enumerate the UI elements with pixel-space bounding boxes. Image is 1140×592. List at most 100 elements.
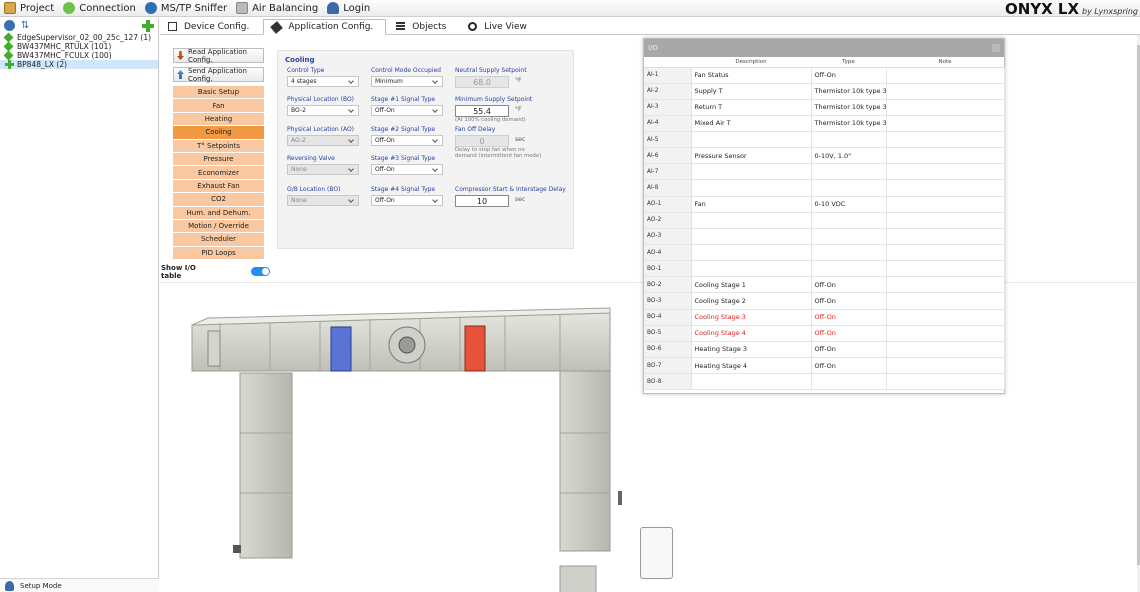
- nav-item-scheduler[interactable]: Scheduler: [173, 233, 264, 247]
- physical-location-ao-select[interactable]: AO-2: [287, 135, 359, 146]
- io-row[interactable]: AI-7: [644, 163, 1005, 181]
- physical-location-bo-select[interactable]: BO-2: [287, 105, 359, 116]
- nav-item-pid-loops[interactable]: PID Loops: [173, 246, 264, 261]
- io-header-point: [644, 57, 691, 68]
- io-cell-pt: BO-5: [644, 325, 692, 342]
- tab-device-config[interactable]: Device Config.: [160, 19, 261, 34]
- io-cell-desc: Pressure Sensor: [691, 147, 812, 165]
- io-cell-type: Thermistor 10k type 3: [811, 115, 887, 133]
- cooling-title: Cooling: [285, 56, 315, 64]
- tree-item[interactable]: EdgeSupervisor_02_00_25c_127 (1): [0, 32, 158, 43]
- min-supply-input[interactable]: 55.4: [455, 105, 509, 117]
- stage3-signal-field: Stage #3 Signal Type Off-On: [371, 155, 443, 175]
- io-header-description: Description: [691, 57, 811, 68]
- menu-project[interactable]: Project: [0, 0, 59, 17]
- io-cell-pt: AI-4: [644, 115, 692, 133]
- nav-item-heating[interactable]: Heating: [173, 112, 264, 127]
- io-row[interactable]: BO-7 Heating Stage 4 Off-On: [644, 357, 1005, 375]
- io-cell-pt: BO-6: [644, 341, 692, 359]
- menu-sniffer[interactable]: MS/TP Sniffer: [141, 0, 232, 17]
- menu-login[interactable]: Login: [323, 0, 375, 17]
- sort-icon[interactable]: ⇅: [21, 20, 29, 31]
- device-status-icon: [3, 50, 14, 61]
- io-cell-note: [886, 357, 1005, 375]
- io-cell-desc: Fan Status: [691, 67, 812, 84]
- io-row[interactable]: AI-4 Mixed Air T Thermistor 10k type 3: [644, 115, 1005, 133]
- ob-location-select[interactable]: None: [287, 195, 359, 206]
- nav-item-motion-override[interactable]: Motion / Override: [173, 219, 264, 234]
- thermostat-widget[interactable]: [640, 527, 673, 579]
- compressor-delay-input[interactable]: 10: [455, 195, 509, 207]
- device-tree: EdgeSupervisor_02_00_25c_127 (1) BW437MHC…: [0, 32, 158, 69]
- control-type-field: Control Type 4 stages: [287, 67, 359, 87]
- io-cell-type: [811, 373, 887, 391]
- io-row[interactable]: AI-2 Supply T Thermistor 10k type 3: [644, 83, 1005, 100]
- io-row[interactable]: BO-4 Cooling Stage 3 Off-On: [644, 309, 1005, 326]
- tree-item[interactable]: BW437MHC_RTULX (101): [0, 41, 158, 52]
- io-cell-desc: Supply T: [691, 83, 812, 100]
- io-row[interactable]: BO-3 Cooling Stage 2 Off-On: [644, 292, 1005, 310]
- tab-live-view[interactable]: Live View: [460, 19, 539, 34]
- menu-bar: Project Connection MS/TP Sniffer Air Bal…: [0, 0, 1140, 18]
- io-row[interactable]: AO-2: [644, 212, 1005, 229]
- control-mode-select[interactable]: Minimum: [371, 76, 443, 87]
- stage4-signal-select[interactable]: Off-On: [371, 195, 443, 206]
- globe-icon[interactable]: [4, 20, 15, 31]
- menu-connection[interactable]: Connection: [59, 0, 141, 17]
- menu-air-balancing[interactable]: Air Balancing: [232, 0, 323, 17]
- tree-item[interactable]: BP848_LX (2): [0, 60, 158, 69]
- nav-item-cooling[interactable]: Cooling: [173, 126, 264, 140]
- nav-item-fan[interactable]: Fan: [173, 99, 264, 113]
- nav-item-co2[interactable]: CO2: [173, 193, 264, 207]
- io-cell-note: [886, 292, 1005, 310]
- control-type-select[interactable]: 4 stages: [287, 76, 359, 87]
- io-cell-desc: Fan: [691, 196, 812, 213]
- tree-item[interactable]: BW437MHC_FCULX (100): [0, 50, 158, 61]
- nav-item-basic-setup[interactable]: Basic Setup: [173, 86, 264, 100]
- io-cell-note: [886, 228, 1005, 246]
- close-icon[interactable]: [992, 44, 1000, 52]
- fan-off-delay-input[interactable]: 0: [455, 135, 509, 147]
- stage2-signal-select[interactable]: Off-On: [371, 135, 443, 146]
- io-table-window: I/O Description Type Note AI-1 Fan Status…: [643, 38, 1005, 394]
- io-row[interactable]: BO-5 Cooling Stage 4 Off-On: [644, 325, 1005, 342]
- io-cell-note: [886, 147, 1005, 165]
- io-row[interactable]: BO-8: [644, 373, 1005, 391]
- send-config-button[interactable]: Send Application Config.: [173, 67, 264, 83]
- io-row[interactable]: AI-1 Fan Status Off-On: [644, 67, 1005, 84]
- io-row[interactable]: AI-6 Pressure Sensor 0-10V, 1.0": [644, 147, 1005, 165]
- io-row[interactable]: AO-3: [644, 228, 1005, 246]
- io-row[interactable]: AI-5: [644, 131, 1005, 149]
- stage1-signal-select[interactable]: Off-On: [371, 105, 443, 116]
- neutral-supply-input[interactable]: 68.0: [455, 76, 509, 88]
- io-row[interactable]: AO-1 Fan 0-10 VDC: [644, 196, 1005, 213]
- io-cell-type: [811, 260, 887, 278]
- nav-item-pressure[interactable]: Pressure: [173, 152, 264, 167]
- io-cell-pt: AI-8: [644, 179, 692, 197]
- read-config-button[interactable]: Read Application Config.: [173, 48, 264, 64]
- io-row[interactable]: BO-1: [644, 260, 1005, 278]
- supply-duct: [191, 307, 611, 372]
- io-cell-type: 0-10V, 1.0": [811, 147, 887, 165]
- tab-application-config[interactable]: Application Config.: [263, 19, 387, 35]
- io-row[interactable]: AI-8: [644, 179, 1005, 197]
- io-row[interactable]: BO-6 Heating Stage 3 Off-On: [644, 341, 1005, 359]
- setup-mode-label: Setup Mode: [20, 581, 62, 590]
- io-row[interactable]: AO-4: [644, 244, 1005, 262]
- add-device-icon[interactable]: [142, 19, 154, 32]
- nav-item-hum-and-dehum[interactable]: Hum. and Dehum.: [173, 206, 264, 220]
- io-cell-type: Off-On: [811, 276, 887, 294]
- io-cell-desc: [691, 228, 812, 246]
- show-io-toggle[interactable]: [251, 267, 270, 276]
- tab-objects[interactable]: Objects: [388, 19, 458, 34]
- io-cell-type: Thermistor 10k type 3: [811, 99, 887, 116]
- io-cell-type: [811, 212, 887, 229]
- return-riser: [233, 372, 293, 559]
- nav-item-economizer[interactable]: Economizer: [173, 166, 264, 180]
- stage3-signal-select[interactable]: Off-On: [371, 164, 443, 175]
- nav-item-exhaust-fan[interactable]: Exhaust Fan: [173, 179, 264, 194]
- io-row[interactable]: AI-3 Return T Thermistor 10k type 3: [644, 99, 1005, 116]
- reversing-valve-select[interactable]: None: [287, 164, 359, 175]
- io-row[interactable]: BO-2 Cooling Stage 1 Off-On: [644, 276, 1005, 294]
- nav-item-t-setpoints[interactable]: T° Setpoints: [173, 139, 264, 153]
